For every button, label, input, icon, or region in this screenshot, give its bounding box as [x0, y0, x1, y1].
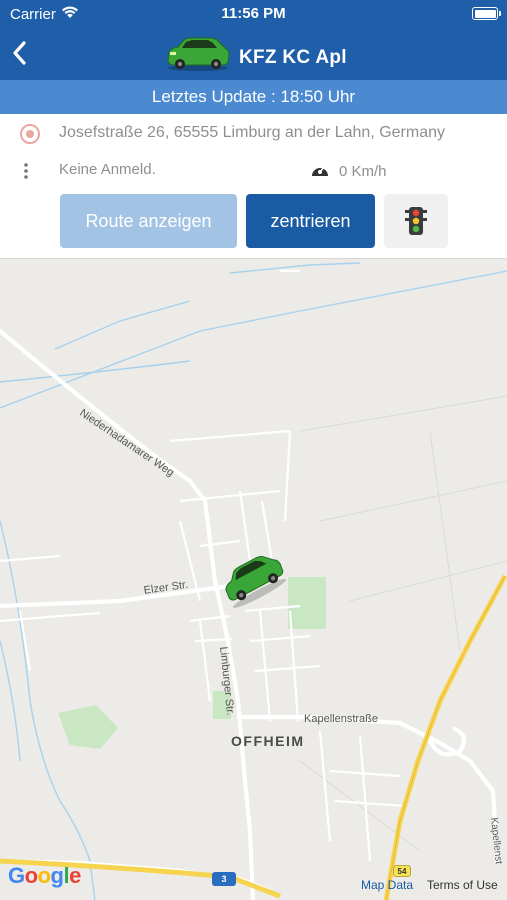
address-text: Josefstraße 26, 65555 Limburg an der Lah… — [59, 124, 445, 141]
back-button[interactable] — [6, 36, 36, 70]
login-status: Keine Anmeld. — [59, 161, 156, 178]
last-update-banner: Letztes Update : 18:50 Uhr — [0, 80, 507, 114]
route-shield-54: 54 — [393, 865, 411, 877]
terms-of-use-link[interactable]: Terms of Use — [427, 878, 498, 892]
location-pin-icon — [19, 123, 41, 150]
nav-bar: KFZ KC Apl — [0, 28, 507, 80]
more-vertical-icon[interactable] — [22, 162, 30, 185]
car-icon — [164, 35, 232, 78]
speedometer-icon — [310, 161, 330, 186]
show-route-button[interactable]: Route anzeigen — [60, 194, 237, 248]
battery-icon — [472, 7, 501, 20]
map-label-offheim: OFFHEIM — [231, 733, 305, 749]
clock: 11:56 PM — [221, 5, 286, 22]
map-data-link[interactable]: Map Data — [361, 878, 413, 892]
map-label-kapellenstrasse: Kapellenstraße — [304, 713, 378, 725]
status-bar: Carrier 11:56 PM — [0, 0, 507, 28]
map-view[interactable]: Niederhadamarer Weg Elzer Str. Limburger… — [0, 258, 507, 900]
speed-value: 0 Km/h — [339, 163, 387, 180]
google-logo: Google — [8, 863, 81, 888]
chevron-left-icon — [13, 41, 26, 65]
page-title: KFZ KC Apl — [239, 47, 347, 68]
vehicle-info-panel: Josefstraße 26, 65555 Limburg an der Lah… — [0, 114, 507, 258]
traffic-toggle-button[interactable] — [384, 194, 448, 248]
traffic-light-icon — [405, 207, 427, 235]
center-button[interactable]: zentrieren — [246, 194, 375, 248]
route-shield-3: 3 — [212, 872, 236, 886]
